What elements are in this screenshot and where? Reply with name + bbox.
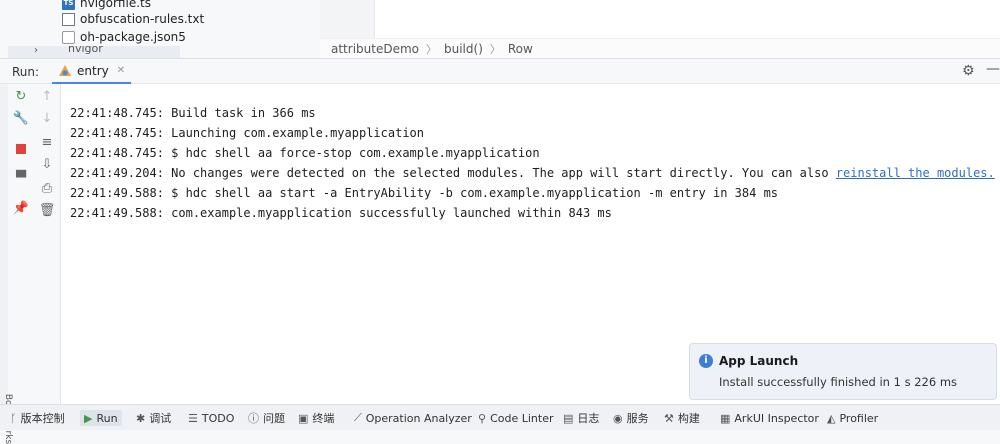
log-line: 22:41:48.745: $ hdc shell aa force-stop … — [70, 146, 540, 160]
tool-label: 问题 — [263, 412, 285, 425]
tree-item-label: oh-package.json5 — [80, 30, 186, 44]
run-icon: ▶ — [84, 411, 93, 425]
tool-label: ArkUI Inspector — [734, 411, 819, 425]
editor-gutter — [320, 0, 375, 38]
rerun-icon[interactable]: ↻ — [12, 88, 30, 106]
services-icon: ◉ — [613, 411, 623, 425]
tool-operation-analyzer[interactable]: ⟋ Operation Analyzer — [354, 410, 472, 426]
breadcrumb-item[interactable]: build() — [444, 42, 483, 56]
code-linter-icon: ⚲ — [478, 411, 487, 425]
log-line: 22:41:48.745: Launching com.example.myap… — [70, 126, 425, 140]
chevron-right-icon: 〉 — [489, 42, 501, 56]
soft-wrap-icon[interactable]: ≡ — [38, 134, 56, 152]
run-toolbar: ↻ 🔧 ▀ 📌 — [8, 84, 34, 404]
tool-services[interactable]: ◉ 服务 — [613, 410, 649, 426]
entry-module-icon — [59, 64, 71, 76]
tool-label: TODO — [201, 411, 235, 425]
info-icon: i — [699, 354, 713, 368]
close-icon[interactable]: ✕ — [117, 65, 125, 76]
breadcrumb: attributeDemo 〉 build() 〉 Row — [320, 38, 1000, 58]
typescript-file-icon: TS — [62, 0, 75, 10]
layout-icon[interactable]: ▀ — [12, 170, 30, 188]
tool-label: 版本控制 — [20, 412, 65, 425]
tool-label: 日志 — [577, 412, 600, 425]
tree-folder-hvigor[interactable]: › hvigor — [8, 46, 180, 58]
trash-icon[interactable]: 🗑 — [38, 202, 56, 220]
tool-todo[interactable]: ☰ TODO — [188, 410, 234, 426]
log-line-text: 22:41:49.204: No changes were detected o… — [70, 166, 836, 180]
chevron-right-icon: 〉 — [426, 42, 437, 56]
tree-item-oh-package[interactable]: oh-package.json5 — [62, 28, 186, 46]
run-label: Run: — [12, 65, 40, 79]
arkui-inspector-icon: ▦ — [720, 411, 731, 425]
scroll-to-end-icon[interactable]: ⇩ — [38, 156, 56, 174]
log-line: 22:41:49.204: No changes were detected o… — [70, 166, 995, 180]
breadcrumb-item[interactable]: Row — [508, 42, 533, 56]
operation-analyzer-icon: ⟋ — [354, 411, 362, 424]
tree-item-obfuscation-rules[interactable]: obfuscation-rules.txt — [62, 10, 204, 28]
arrow-down-icon[interactable]: ↓ — [38, 110, 56, 128]
terminal-icon: ▣ — [298, 411, 309, 425]
pin-icon[interactable]: 📌 — [12, 200, 30, 218]
tool-label: 终端 — [312, 412, 335, 425]
tool-profiler[interactable]: ◭ Profiler — [827, 410, 878, 426]
tool-debug[interactable]: ✱ 调试 — [136, 410, 171, 426]
json5-file-icon — [62, 30, 75, 44]
todo-icon: ☰ — [188, 411, 198, 425]
minimize-icon[interactable]: — — [986, 61, 1000, 77]
run-tool-header: Run: entry ✕ ⚙ — — [0, 58, 1000, 84]
tree-item-label: hvigorfile.ts — [80, 0, 151, 10]
tool-log[interactable]: ▤ 日志 — [563, 410, 599, 426]
text-file-icon — [62, 12, 75, 26]
tab-entry[interactable]: entry ✕ — [52, 59, 132, 84]
wrench-icon[interactable]: 🔧 — [12, 110, 30, 128]
tool-code-linter[interactable]: ⚲ Code Linter — [478, 410, 553, 426]
tree-folder-label: hvigor — [68, 46, 103, 55]
tool-label: Profiler — [839, 411, 879, 425]
tool-version-control[interactable]: ᚴ 版本控制 — [10, 410, 65, 426]
stop-icon[interactable] — [12, 140, 30, 158]
tool-label: Code Linter — [490, 411, 554, 425]
tool-terminal[interactable]: ▣ 终端 — [298, 410, 334, 426]
tool-arkui-inspector[interactable]: ▦ ArkUI Inspector — [720, 410, 819, 426]
chevron-right-icon: › — [34, 46, 38, 56]
console-toolbar: ↑ ↓ ≡ ⇩ ⎙ 🗑 — [34, 84, 61, 404]
tab-label: entry — [77, 63, 109, 78]
tool-label: 服务 — [626, 412, 649, 425]
print-icon[interactable]: ⎙ — [38, 180, 56, 198]
reinstall-modules-link[interactable]: reinstall the modules. — [836, 166, 995, 180]
log-line: 22:41:49.588: com.example.myapplication … — [70, 206, 612, 220]
tool-label: 构建 — [677, 412, 700, 425]
log-line: 22:41:48.745: Build task in 366 ms — [70, 106, 316, 120]
profiler-icon: ◭ — [827, 411, 836, 425]
tool-run[interactable]: ▶ Run — [80, 410, 122, 426]
project-tree: TS hvigorfile.ts obfuscation-rules.txt o… — [0, 0, 320, 58]
debug-icon: ✱ — [136, 411, 146, 425]
log-line: 22:41:49.588: $ hdc shell aa start -a En… — [70, 186, 779, 200]
gear-icon[interactable]: ⚙ — [962, 63, 975, 79]
problems-icon: ⓘ — [248, 412, 259, 425]
notification-title: App Launch — [719, 354, 799, 368]
notification-message: Install successfully finished in 1 s 226… — [719, 375, 958, 389]
app-launch-notification[interactable]: i App Launch Install successfully finish… — [689, 343, 997, 400]
tool-build[interactable]: ⚒ 构建 — [664, 410, 700, 426]
side-stripe: Bookmarks — [0, 84, 13, 444]
version-control-icon: ᚴ — [10, 411, 17, 425]
arrow-up-icon[interactable]: ↑ — [38, 88, 56, 106]
tool-problems[interactable]: ⓘ 问题 — [248, 410, 285, 426]
tool-label: Run — [96, 411, 118, 425]
tree-item-label: obfuscation-rules.txt — [80, 12, 205, 26]
tool-label: Operation Analyzer — [365, 411, 472, 425]
build-icon: ⚒ — [664, 411, 674, 425]
tool-window-bar: ᚴ 版本控制 ▶ Run ✱ 调试 ☰ TODO ⓘ 问题 ▣ 终端 ⟋ Ope… — [0, 404, 1000, 430]
log-icon: ▤ — [563, 411, 574, 425]
breadcrumb-item[interactable]: attributeDemo — [331, 42, 419, 56]
tool-label: 调试 — [149, 412, 172, 425]
